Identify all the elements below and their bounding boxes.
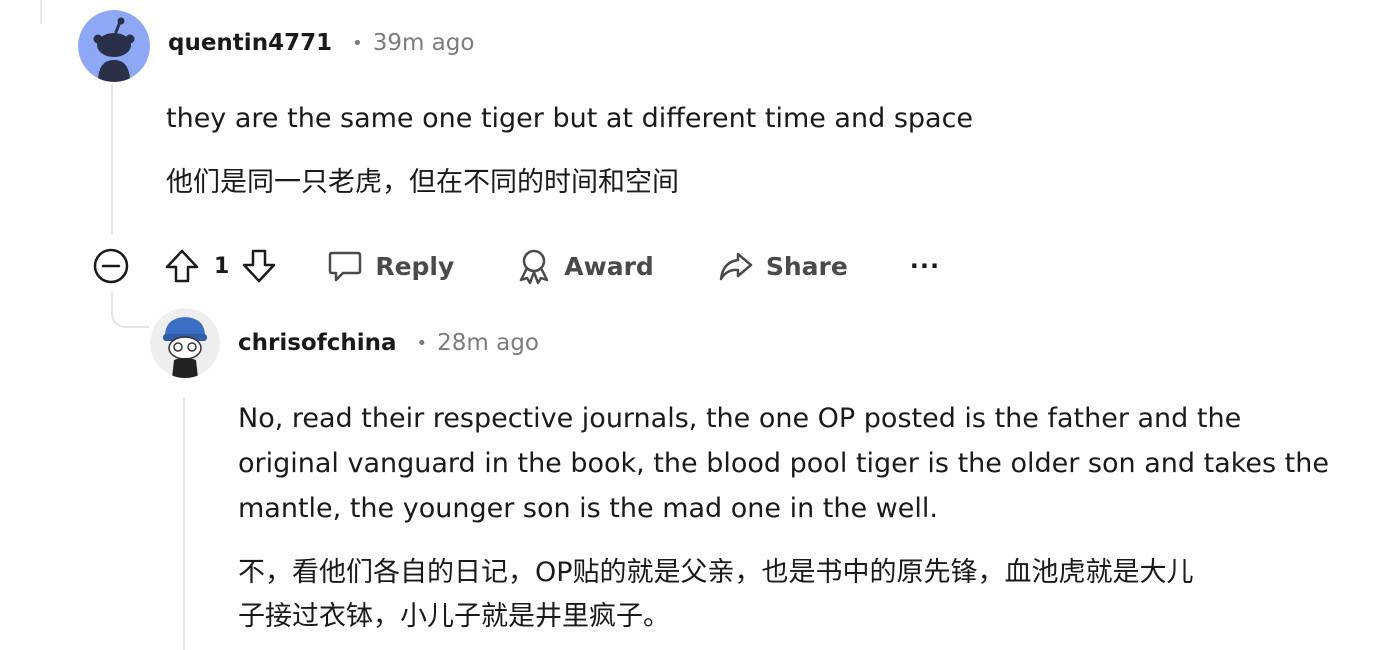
downvote-button[interactable] xyxy=(241,247,277,285)
comment1-action-bar: 1 Reply Award Share ··· xyxy=(92,244,940,288)
comment2-body-cn-line: 不，看他们各自的日记，OP贴的就是父亲，也是书中的原先锋，血池虎就是大儿 xyxy=(238,557,1194,588)
award-label: Award xyxy=(564,251,654,281)
comment1-timestamp[interactable]: 39m ago xyxy=(373,30,475,56)
reply-button[interactable]: Reply xyxy=(327,249,454,283)
comment2-body-en-line: No, read their respective journals, the … xyxy=(238,403,1242,434)
comment2-timestamp[interactable]: 28m ago xyxy=(437,330,539,356)
upvote-arrow-icon xyxy=(165,249,199,283)
reply-connector xyxy=(111,292,149,328)
award-ribbon-icon xyxy=(520,249,549,285)
snoo-avatar-icon xyxy=(150,308,220,378)
comment1-body-en: they are the same one tiger but at diffe… xyxy=(166,103,974,134)
reply-bubble-icon xyxy=(329,251,362,282)
snoo-avatar-icon xyxy=(78,10,150,82)
comment2-body-en-line: mantle, the younger son is the mad one i… xyxy=(238,493,938,524)
comment-thread: quentin4771 • 39m ago they are the same … xyxy=(0,0,1382,650)
comment1-thread-line[interactable] xyxy=(111,84,113,234)
comment2-body-en-line: original vanguard in the book, the blood… xyxy=(238,448,1329,479)
comment1-username[interactable]: quentin4771 xyxy=(168,30,332,56)
comment1-meta: quentin4771 • 39m ago xyxy=(168,30,474,56)
collapse-button[interactable] xyxy=(92,247,130,285)
comment2-username[interactable]: chrisofchina xyxy=(238,330,397,356)
share-arrow-icon xyxy=(719,252,753,281)
meta-separator: • xyxy=(352,32,363,54)
meta-separator: • xyxy=(416,332,428,354)
comment1-body-cn: 他们是同一只老虎，但在不同的时间和空间 xyxy=(166,167,679,198)
reply-label: Reply xyxy=(375,251,455,281)
more-options-button[interactable]: ··· xyxy=(910,252,940,280)
user-avatar[interactable] xyxy=(150,308,220,378)
vote-count: 1 xyxy=(214,253,230,279)
award-button[interactable]: Award xyxy=(516,247,654,285)
share-button[interactable]: Share xyxy=(718,249,848,283)
share-label: Share xyxy=(765,251,848,281)
comment2-meta: chrisofchina • 28m ago xyxy=(238,330,539,356)
upvote-button[interactable] xyxy=(164,247,200,285)
comment2-body-cn-line: 子接过衣钵，小儿子就是井里疯子。 xyxy=(238,601,670,632)
collapse-minus-icon xyxy=(93,248,129,284)
parent-thread-line[interactable] xyxy=(40,0,42,24)
comment2-thread-line[interactable] xyxy=(183,398,185,650)
downvote-arrow-icon xyxy=(243,249,276,283)
user-avatar[interactable] xyxy=(78,10,150,82)
